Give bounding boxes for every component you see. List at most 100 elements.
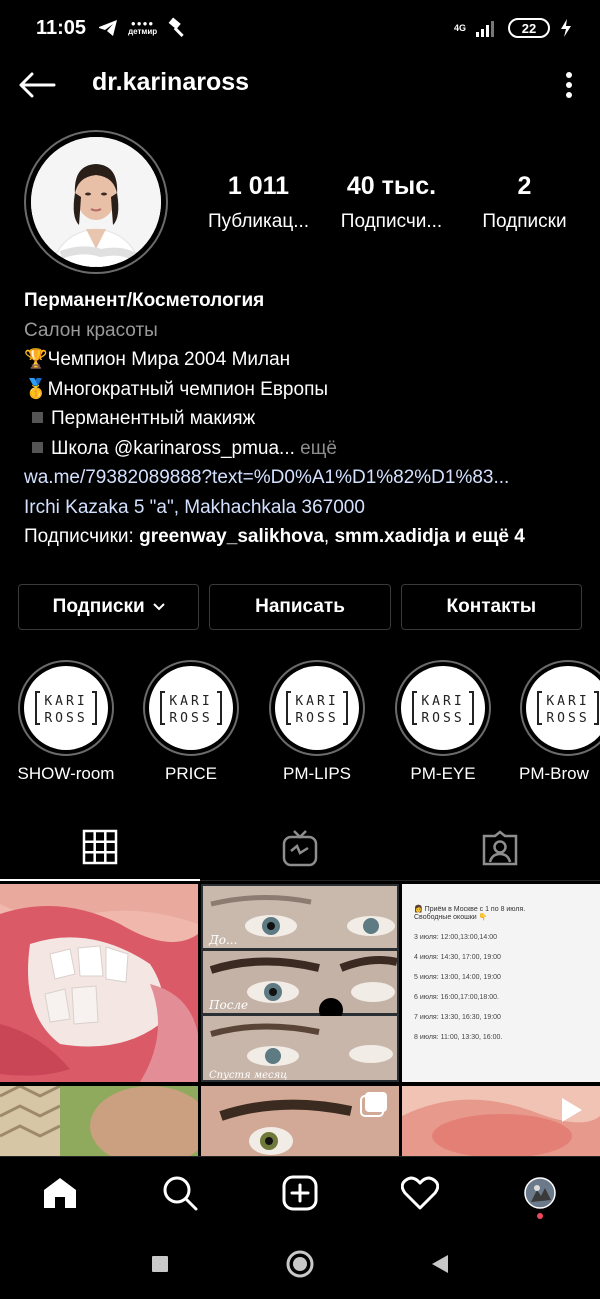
schedule-row: 7 июля: 13:30, 16:30, 19:00 xyxy=(414,1014,501,1021)
follower-name: smm.xadidja xyxy=(334,526,450,547)
profile-avatar[interactable] xyxy=(24,130,168,274)
posts-count: 1 011 xyxy=(227,172,290,200)
stat-followers[interactable]: 40 тыс. Подписчи... xyxy=(325,172,458,233)
highlight-showroom[interactable]: KARI ROSS SHOW-room xyxy=(11,660,121,784)
hammer-icon xyxy=(168,17,184,37)
bio-line-1: 🏆Чемпион Мира 2004 Милан xyxy=(24,349,291,370)
schedule-subtitle: Свободные окошки 👇 xyxy=(414,914,488,921)
heart-icon xyxy=(401,1176,439,1210)
bottom-navigation xyxy=(0,1156,600,1228)
signal-icon xyxy=(476,21,494,37)
svg-text:ROSS: ROSS xyxy=(169,711,212,726)
contacts-button[interactable]: Контакты xyxy=(400,584,582,630)
svg-text:После: После xyxy=(208,998,248,1012)
status-time: 11:05 xyxy=(36,16,87,39)
post-thumbnail[interactable]: До... После Спустя месяц xyxy=(201,884,399,1082)
profile-actions: Подписки Написать Контакты xyxy=(18,584,582,630)
schedule-row: 6 июля: 16:00,17:00,18:00. xyxy=(414,994,499,1001)
telegram-icon xyxy=(99,20,118,36)
home-icon xyxy=(44,1178,76,1208)
highlight-label: PM-EYE xyxy=(410,764,476,783)
more-options-button[interactable] xyxy=(554,64,584,106)
svg-text:ROSS: ROSS xyxy=(546,711,589,726)
post-thumbnail[interactable] xyxy=(402,1086,600,1156)
schedule-row: 5 июля: 13:00, 14:00, 19:00 xyxy=(414,974,501,981)
profile-avatar-icon xyxy=(524,1177,556,1209)
avatar-photo xyxy=(31,137,161,267)
recents-icon xyxy=(152,1255,168,1272)
svg-text:Спустя месяц: Спустя месяц xyxy=(209,1070,287,1081)
svg-text:KARI: KARI xyxy=(546,694,589,709)
following-label: Подписки xyxy=(482,211,567,232)
charging-icon xyxy=(561,19,571,37)
stat-posts[interactable]: 1 011 Публикац... xyxy=(192,172,325,233)
followers-label: Подписчи... xyxy=(340,211,443,232)
tab-tagged[interactable] xyxy=(400,815,600,881)
back-button[interactable] xyxy=(16,64,58,106)
android-back-icon xyxy=(432,1254,448,1273)
highlight-pm-eye[interactable]: KARI ROSS PM-EYE xyxy=(388,660,498,784)
post-thumbnail[interactable] xyxy=(0,1086,198,1156)
post-thumbnail[interactable] xyxy=(0,884,198,1082)
nav-new-post[interactable] xyxy=(240,1157,360,1229)
bio-website-link[interactable]: wa.me/79382089888?text=%D0%A1%D1%82%D1%8… xyxy=(24,463,584,493)
highlight-label: PM-Brow xyxy=(519,764,589,783)
bio-more-button[interactable]: ещё xyxy=(300,438,337,459)
back-nav-button[interactable] xyxy=(420,1244,460,1284)
profile-bio: Перманент/Косметология Салон красоты 🏆Че… xyxy=(24,286,584,552)
svg-text:KARI: KARI xyxy=(169,694,212,709)
posts-grid: До... После Спустя месяц 👩 Приём в Москв… xyxy=(0,884,600,1156)
karinaross-logo-icon: KARI ROSS xyxy=(286,691,348,726)
profile-tabs xyxy=(0,815,600,881)
detmir-icon: ●●●● детмир xyxy=(128,19,158,36)
posts-label: Публикац... xyxy=(207,211,310,232)
followed-by[interactable]: Подписчики: greenway_salikhova, smm.xadi… xyxy=(24,522,584,552)
highlight-pm-lips[interactable]: KARI ROSS PM-LIPS xyxy=(262,660,372,784)
nav-search[interactable] xyxy=(120,1157,240,1229)
svg-text:До...: До... xyxy=(208,933,237,947)
network-type: 4G xyxy=(453,22,466,33)
nav-activity[interactable] xyxy=(360,1157,480,1229)
nav-profile[interactable] xyxy=(480,1157,600,1229)
karinaross-logo-icon: KARI ROSS xyxy=(412,691,474,726)
android-navigation-bar xyxy=(0,1228,600,1299)
bio-category[interactable]: Салон красоты xyxy=(24,316,584,346)
schedule-row: 8 июля: 11:00, 13:30, 16:00. xyxy=(414,1034,503,1041)
bio-line-3: Перманентный макияж xyxy=(24,404,584,434)
following-button[interactable]: Подписки xyxy=(18,584,200,630)
search-icon xyxy=(163,1176,198,1211)
highlight-price[interactable]: KARI ROSS PRICE xyxy=(136,660,246,784)
follower-name: greenway_salikhova xyxy=(139,526,324,547)
chevron-down-icon xyxy=(152,603,165,611)
recents-button[interactable] xyxy=(140,1244,180,1284)
notification-icons: ●●●● детмир xyxy=(98,17,189,39)
tagged-icon xyxy=(482,830,518,866)
nav-home[interactable] xyxy=(0,1157,120,1229)
add-post-icon xyxy=(282,1175,318,1211)
karinaross-logo-icon: KARI ROSS xyxy=(537,691,599,726)
post-thumbnail[interactable]: 👩 Приём в Москве с 1 по 8 июля. Свободны… xyxy=(402,884,600,1082)
square-bullet-icon xyxy=(32,441,43,453)
igtv-icon xyxy=(282,830,318,867)
tab-grid[interactable] xyxy=(0,815,200,881)
highlight-label: SHOW-room xyxy=(17,764,115,783)
karinaross-logo-icon: KARI ROSS xyxy=(35,691,97,726)
karinaross-logo-icon: KARI ROSS xyxy=(160,691,222,726)
svg-text:KARI: KARI xyxy=(44,694,87,709)
home-button[interactable] xyxy=(280,1244,320,1284)
status-bar: 11:05 ●●●● детмир 4G 22 xyxy=(0,0,600,56)
message-button[interactable]: Написать xyxy=(209,584,391,630)
schedule-row: 3 июля: 12:00,13:00,14:00 xyxy=(414,934,498,941)
post-thumbnail[interactable] xyxy=(201,1086,399,1156)
battery-indicator: 22 xyxy=(508,18,550,38)
highlight-pm-brow[interactable]: KARI ROSS PM-Brow xyxy=(513,660,600,784)
tab-igtv[interactable] xyxy=(200,815,400,881)
svg-text:KARI: KARI xyxy=(295,694,338,709)
carousel-icon xyxy=(365,1092,387,1112)
stat-following[interactable]: 2 Подписки xyxy=(458,172,591,233)
profile-header: dr.karinaross xyxy=(0,56,600,112)
android-home-icon xyxy=(286,1250,314,1277)
bio-address-link[interactable]: Irchi Kazaka 5 "a", Makhachkala 367000 xyxy=(24,493,584,523)
profile-stats: 1 011 Публикац... 40 тыс. Подписчи... 2 … xyxy=(192,172,592,233)
svg-text:KARI: KARI xyxy=(421,694,464,709)
